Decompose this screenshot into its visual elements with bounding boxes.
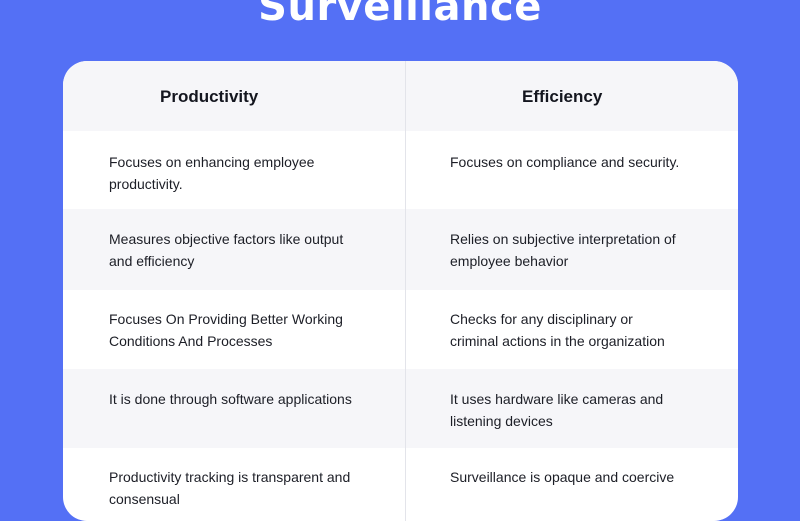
column-divider bbox=[405, 61, 406, 521]
efficiency-cell: Focuses on compliance and security. bbox=[450, 154, 680, 170]
column-header-efficiency: Efficiency bbox=[522, 87, 603, 106]
efficiency-cell: Checks for any disciplinary or criminal … bbox=[450, 311, 665, 349]
table-row: It is done through software applications… bbox=[63, 369, 738, 448]
productivity-cell: Measures objective factors like output a… bbox=[109, 231, 344, 269]
comparison-table: Productivity Efficiency Focuses on enhan… bbox=[63, 61, 738, 521]
productivity-cell: Focuses on enhancing employee productivi… bbox=[109, 154, 315, 192]
page-title: Surveillance bbox=[258, 0, 542, 30]
efficiency-cell: Relies on subjective interpretation of e… bbox=[450, 231, 676, 269]
table-row: Focuses on enhancing employee productivi… bbox=[63, 131, 738, 209]
table-row: Focuses On Providing Better Working Cond… bbox=[63, 290, 738, 369]
efficiency-cell: Surveillance is opaque and coercive bbox=[450, 469, 675, 485]
table-header-row: Productivity Efficiency bbox=[63, 61, 738, 131]
table-row: Measures objective factors like output a… bbox=[63, 209, 738, 290]
column-header-productivity: Productivity bbox=[160, 87, 259, 106]
efficiency-cell: It uses hardware like cameras and listen… bbox=[450, 391, 664, 429]
productivity-cell: Productivity tracking is transparent and… bbox=[109, 469, 351, 507]
productivity-cell: Focuses On Providing Better Working Cond… bbox=[109, 311, 343, 349]
productivity-cell: It is done through software applications bbox=[109, 391, 352, 407]
table-row: Productivity tracking is transparent and… bbox=[63, 448, 738, 521]
